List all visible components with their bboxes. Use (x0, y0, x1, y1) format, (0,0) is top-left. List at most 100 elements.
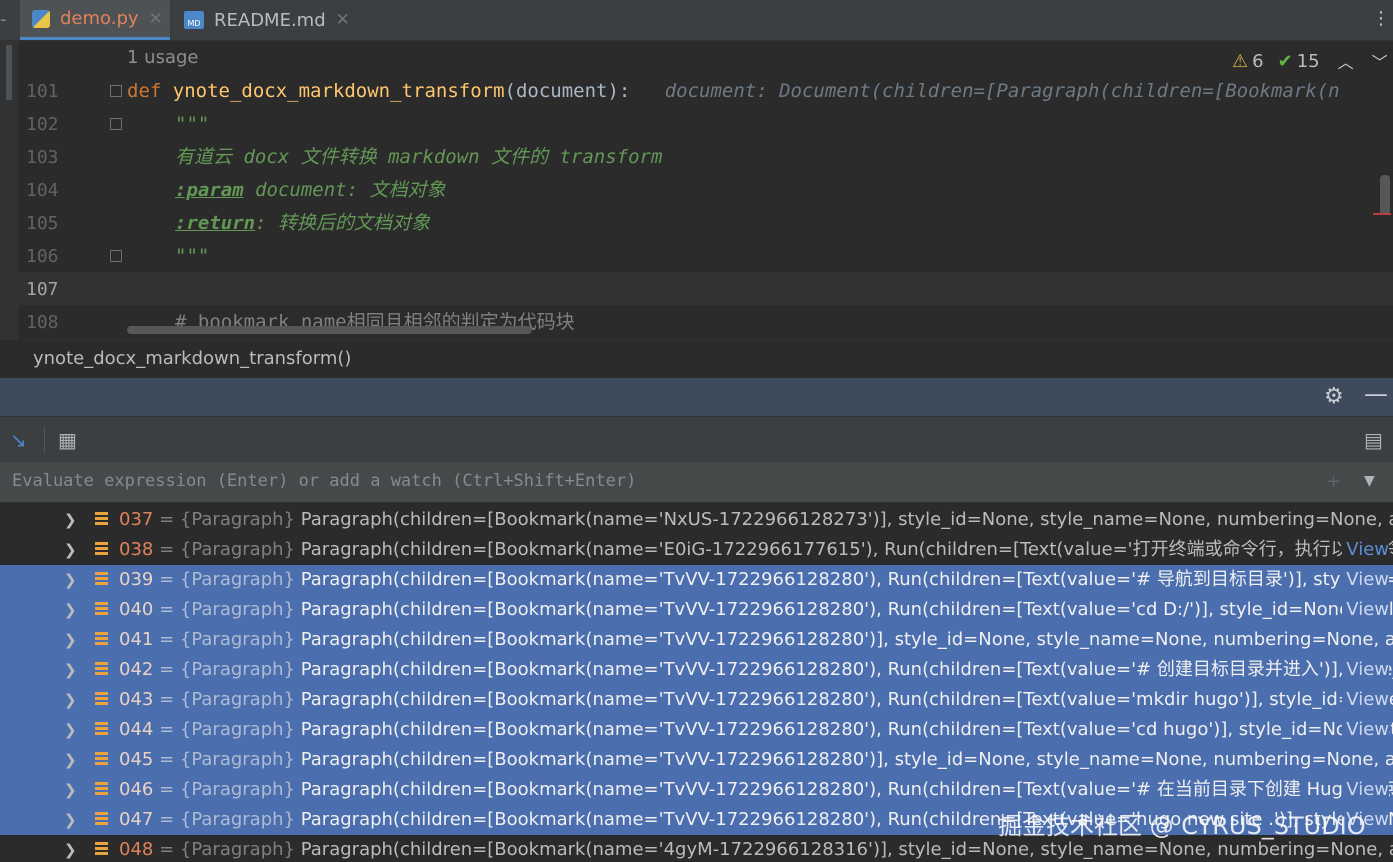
toolbar-divider (44, 427, 45, 453)
variable-type: {Paragraph} (179, 599, 295, 620)
tab-label: README.md (214, 9, 326, 31)
variable-name: 037 (119, 509, 154, 530)
variable-name: 040 (119, 599, 154, 620)
variable-row[interactable]: ❯ 042 = {Paragraph} Paragraph(children=[B… (0, 655, 1393, 685)
expand-chevron-icon[interactable]: ❯ (64, 565, 77, 595)
fold-icon[interactable] (110, 118, 122, 130)
list-icon (95, 512, 108, 527)
view-link[interactable]: View (1342, 565, 1389, 595)
code-line: 108 # bookmark_name相同且相邻的判定为代码块 (0, 306, 1393, 339)
tab-readme-md[interactable]: MD README.md ✕ (172, 0, 350, 40)
fold-icon[interactable] (110, 250, 122, 262)
variable-value: Paragraph(children=[Bookmark(name='TvVV-… (300, 569, 1393, 590)
step-into-cursor-icon[interactable]: ↘ (10, 428, 27, 452)
breadcrumb-function[interactable]: ynote_docx_markdown_transform() (33, 348, 351, 369)
expand-chevron-icon[interactable]: ❯ (64, 505, 77, 535)
list-icon (95, 722, 108, 737)
expand-chevron-icon[interactable]: ❯ (64, 745, 77, 775)
code-line: 102 """ (0, 108, 1393, 141)
variable-value: Paragraph(children=[Bookmark(name='TvVV-… (300, 749, 1393, 770)
vertical-scrollbar[interactable] (1380, 175, 1390, 215)
params: (document): (504, 80, 631, 102)
variable-row[interactable]: ❯ 045 = {Paragraph} Paragraph(children=[B… (0, 745, 1393, 775)
variable-row[interactable]: ❯ 038 = {Paragraph} Paragraph(children=[B… (0, 535, 1393, 565)
expand-chevron-icon[interactable]: ❯ (64, 625, 77, 655)
chevron-up-icon[interactable]: ︿ (1338, 49, 1354, 73)
add-watch-icon[interactable]: + (1326, 471, 1341, 492)
variable-row[interactable]: ❯ 044 = {Paragraph} Paragraph(children=[B… (0, 715, 1393, 745)
variable-type: {Paragraph} (179, 629, 295, 650)
warning-icon: ⚠ (1232, 50, 1249, 72)
variable-row[interactable]: ❯ 040 = {Paragraph} Paragraph(children=[B… (0, 595, 1393, 625)
view-link[interactable]: View (1342, 685, 1389, 715)
variable-row[interactable]: ❯ 046 = {Paragraph} Paragraph(children=[B… (0, 775, 1393, 805)
view-link[interactable]: View (1342, 595, 1389, 625)
view-link[interactable]: View (1342, 655, 1389, 685)
horizontal-scrollbar[interactable] (127, 326, 532, 334)
variable-type: {Paragraph} (179, 539, 295, 560)
evaluate-placeholder: Evaluate expression (Enter) or add a wat… (12, 471, 637, 491)
variable-type: {Paragraph} (179, 839, 295, 860)
expand-chevron-icon[interactable]: ❯ (64, 685, 77, 715)
tab-label: demo.py (60, 8, 139, 29)
tab-demo-py[interactable]: demo.py ✕ (20, 0, 170, 40)
close-icon[interactable]: ✕ (336, 10, 350, 30)
close-icon[interactable]: ✕ (149, 9, 163, 29)
variable-type: {Paragraph} (179, 659, 295, 680)
expand-chevron-icon[interactable]: ❯ (64, 595, 77, 625)
fold-icon[interactable] (110, 85, 122, 97)
view-link[interactable]: View (1342, 715, 1389, 745)
view-link[interactable]: View (1342, 535, 1389, 565)
error-stripe-mark[interactable] (1373, 213, 1391, 215)
code-line: 106 """ (0, 240, 1393, 273)
inspection-widget[interactable]: ⚠ 6 ✔ 15 ︿ ﹀ (1232, 49, 1388, 73)
variable-row[interactable]: ❯ 037 = {Paragraph} Paragraph(children=[B… (0, 505, 1393, 535)
list-icon (95, 542, 108, 557)
variable-row[interactable]: ❯ 039 = {Paragraph} Paragraph(children=[B… (0, 565, 1393, 595)
variable-row[interactable]: ❯ 043 = {Paragraph} Paragraph(children=[B… (0, 685, 1393, 715)
expand-chevron-icon[interactable]: ❯ (64, 655, 77, 685)
gear-icon[interactable]: ⚙ (1324, 384, 1344, 409)
expand-chevron-icon[interactable]: ❯ (64, 535, 77, 565)
list-icon (95, 632, 108, 647)
python-file-icon (32, 9, 50, 28)
variable-name: 047 (119, 809, 154, 830)
variable-value: Paragraph(children=[Bookmark(name='TvVV-… (300, 779, 1393, 800)
expand-chevron-icon[interactable]: ❯ (64, 775, 77, 805)
variable-row[interactable]: ❯ 041 = {Paragraph} Paragraph(children=[B… (0, 625, 1393, 655)
variable-value: Paragraph(children=[Bookmark(name='NxUS-… (300, 509, 1393, 530)
minimize-icon[interactable]: — (1364, 380, 1388, 408)
expand-chevron-icon[interactable]: ❯ (64, 805, 77, 835)
tab-scroll-left-icon[interactable]: - (0, 0, 12, 40)
variable-type: {Paragraph} (179, 509, 295, 530)
line-number: 106 (26, 246, 59, 267)
history-dropdown-icon[interactable]: ▼ (1364, 473, 1375, 489)
usage-hint[interactable]: 1 usage (127, 47, 199, 68)
expand-chevron-icon[interactable]: ❯ (64, 715, 77, 745)
table-view-icon[interactable]: ▦ (58, 428, 77, 452)
view-link[interactable]: View (1342, 775, 1389, 805)
keyword: def (127, 80, 162, 102)
more-tabs-icon[interactable]: ⋮ (1372, 8, 1390, 29)
code-line: 105 :return: 转换后的文档对象 (0, 207, 1393, 240)
docstring: document: 文档对象 (243, 179, 446, 201)
code-line: 107 (0, 273, 1393, 306)
variable-name: 046 (119, 779, 154, 800)
debug-toolbar: ↘ ▦ ▤ (0, 416, 1393, 463)
variable-name: 045 (119, 749, 154, 770)
markdown-file-icon: MD (184, 11, 204, 29)
line-number: 108 (26, 312, 59, 333)
inline-debug-hint: document: Document(children=[Paragraph(c… (664, 80, 1340, 102)
layout-icon[interactable]: ▤ (1364, 428, 1383, 452)
evaluate-expression-input[interactable]: Evaluate expression (Enter) or add a wat… (0, 462, 1393, 503)
list-icon (95, 842, 108, 857)
list-icon (95, 782, 108, 797)
list-icon (95, 602, 108, 617)
chevron-down-icon[interactable]: ﹀ (1372, 49, 1388, 73)
breadcrumb[interactable]: ynote_docx_markdown_transform() (0, 339, 1393, 378)
variable-type: {Paragraph} (179, 719, 295, 740)
variable-value: Paragraph(children=[Bookmark(name='4gyM-… (300, 839, 1393, 860)
expand-chevron-icon[interactable]: ❯ (64, 835, 77, 862)
variable-name: 043 (119, 689, 154, 710)
variable-name: 038 (119, 539, 154, 560)
